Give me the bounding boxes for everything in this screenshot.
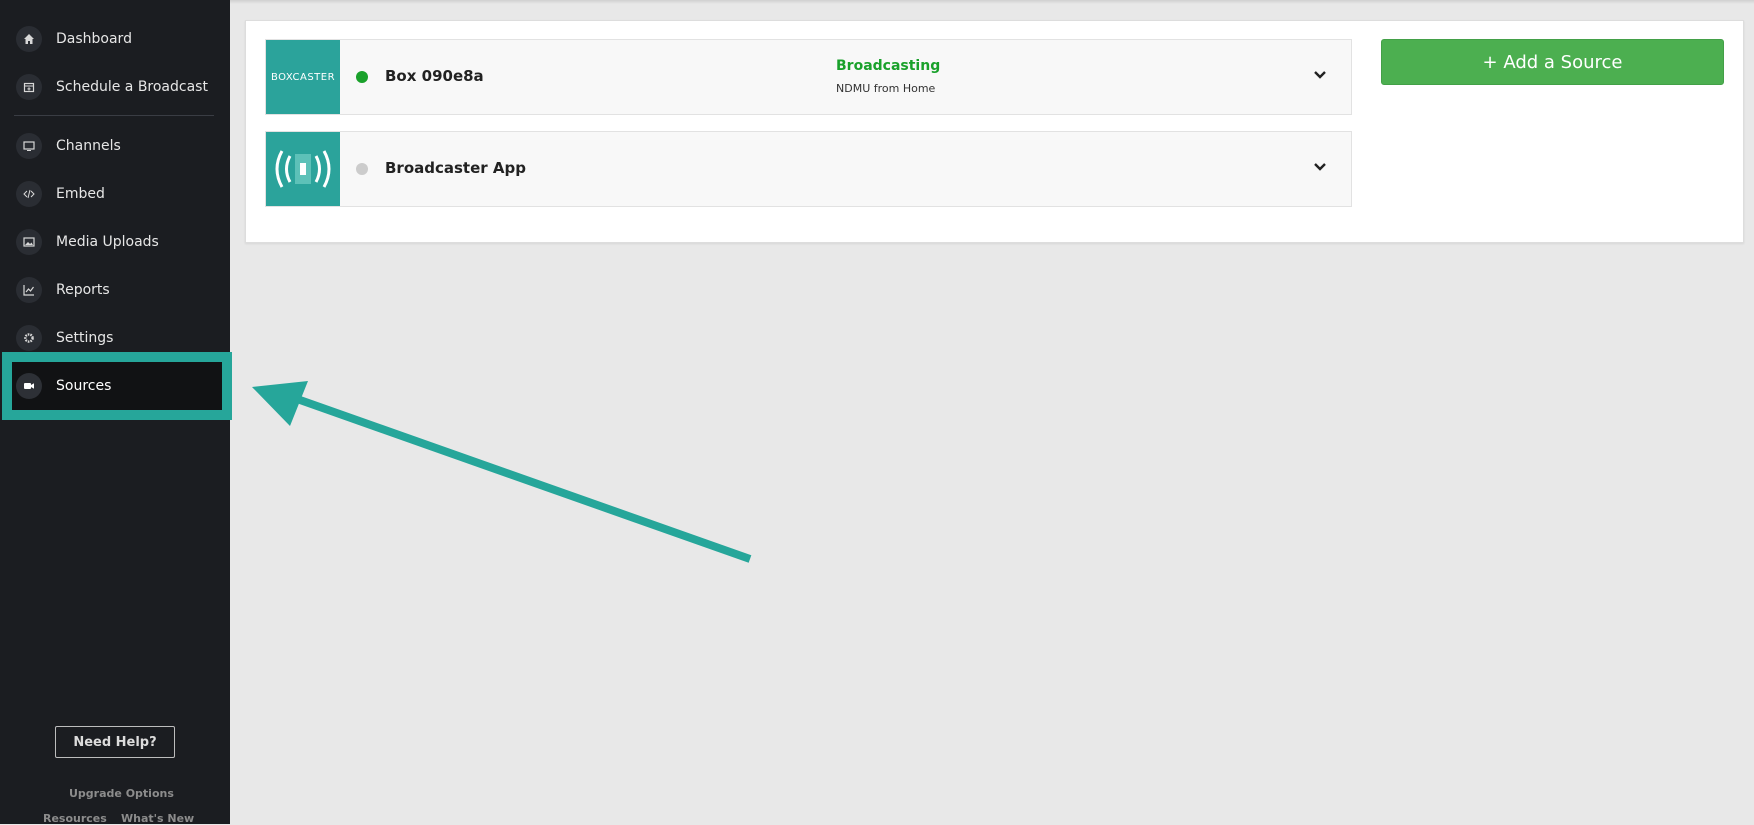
arrow-shaft xyxy=(298,396,752,563)
annotation-arrow xyxy=(252,381,752,563)
